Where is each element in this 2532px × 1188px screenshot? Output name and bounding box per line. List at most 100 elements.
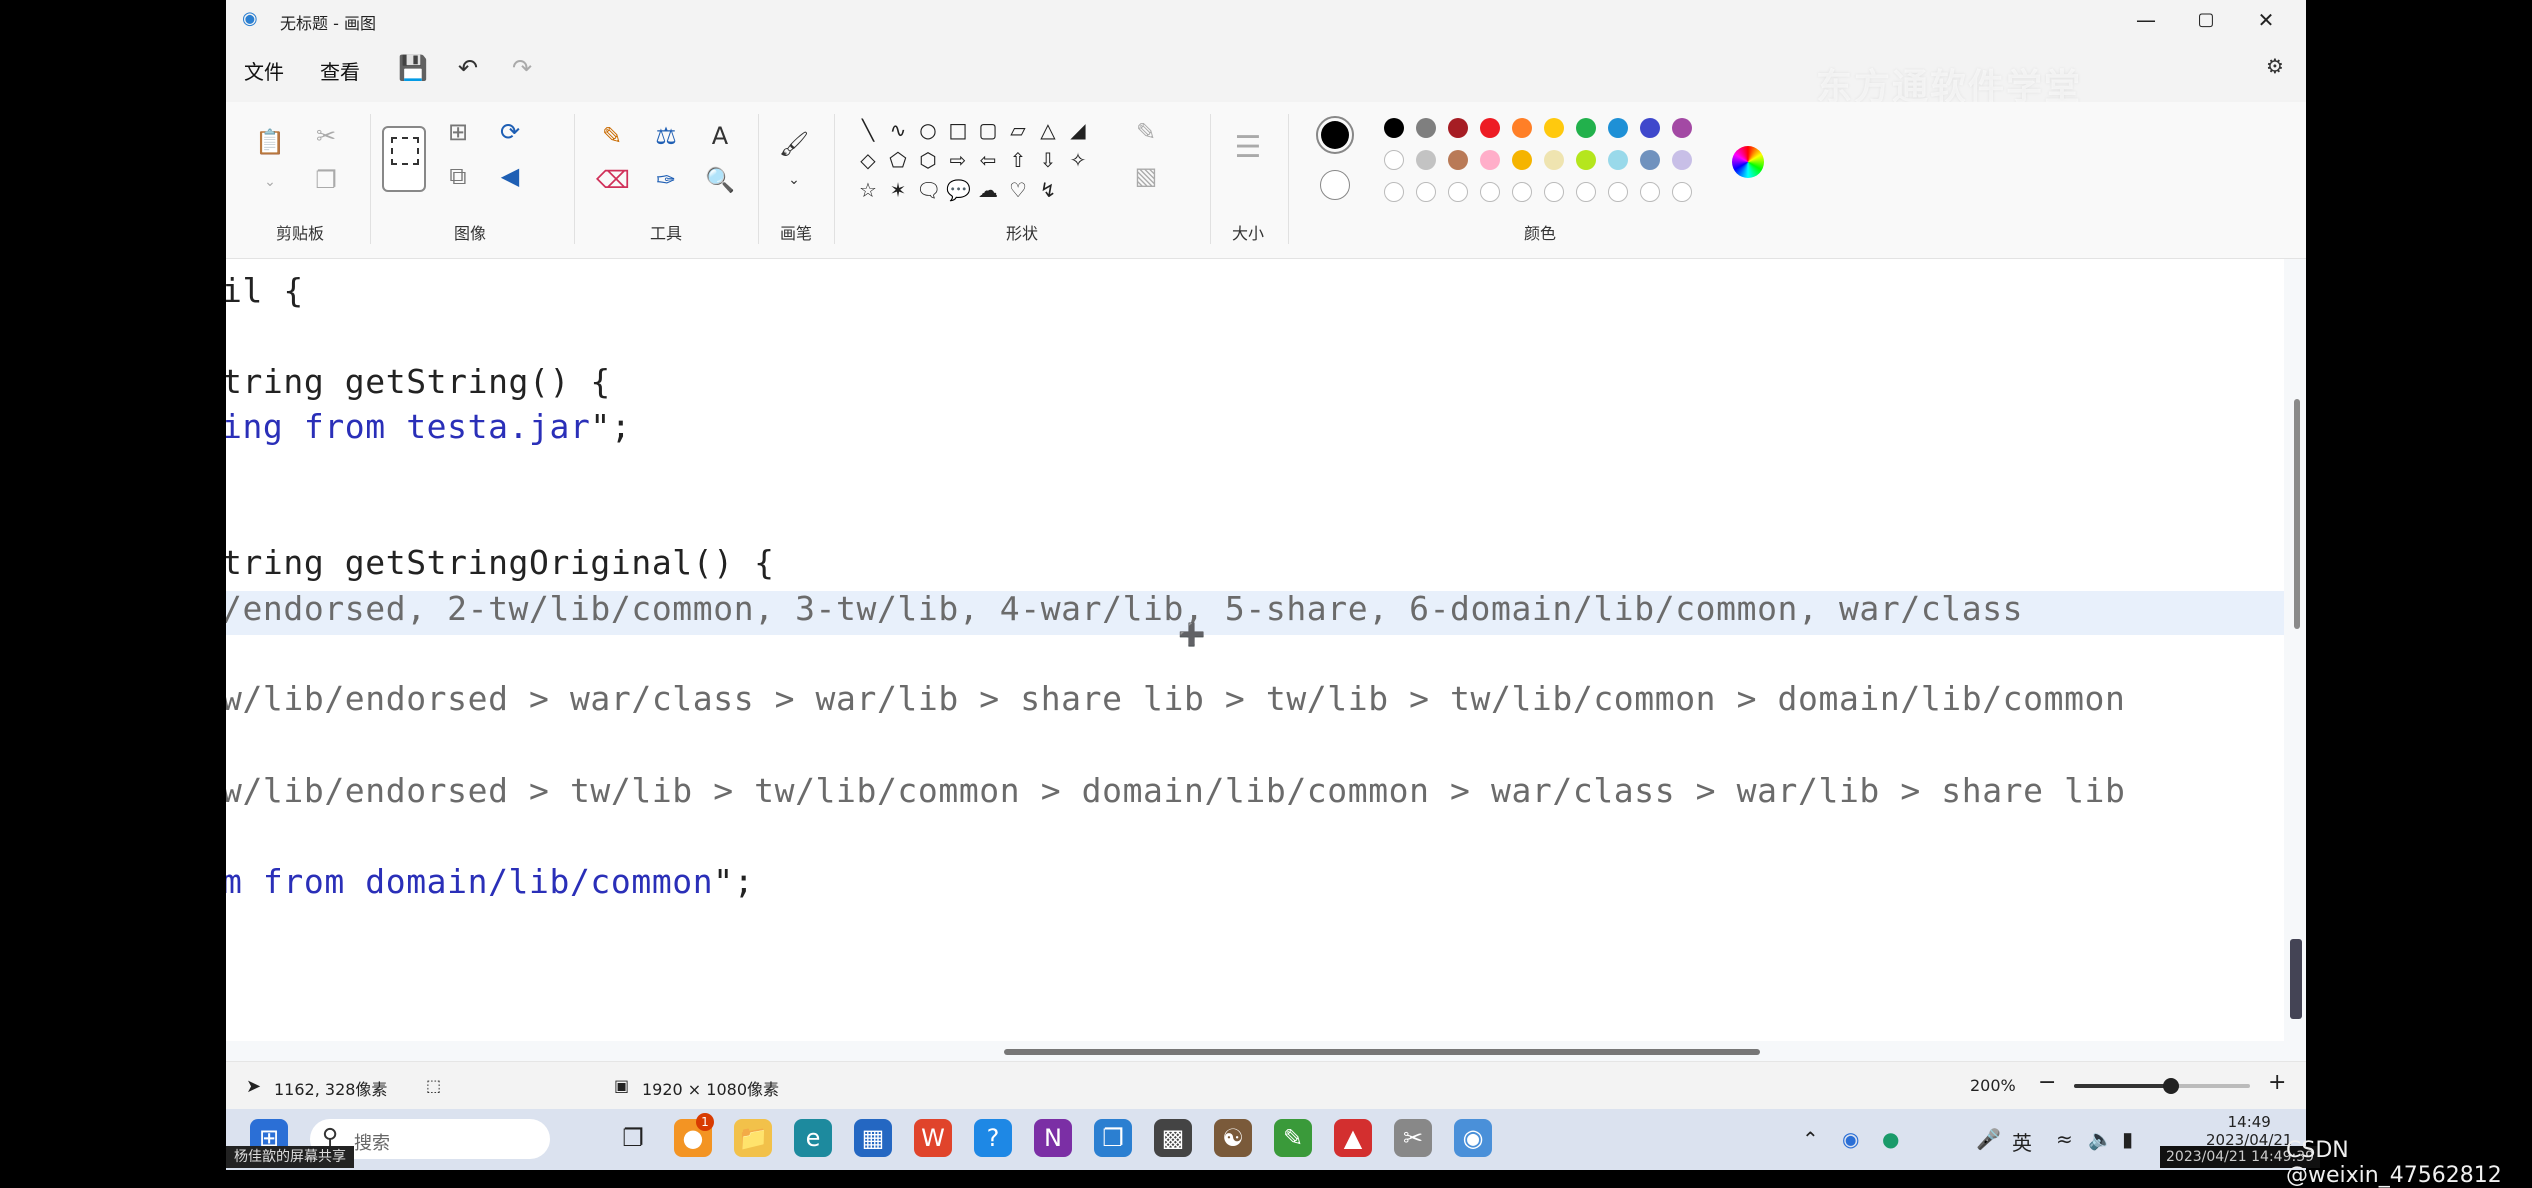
custom-color-slot[interactable] xyxy=(1576,182,1596,202)
pdf-icon[interactable]: ▲ xyxy=(1334,1119,1372,1157)
help-icon[interactable]: ? xyxy=(974,1119,1012,1157)
color-swatch[interactable] xyxy=(1480,118,1500,138)
flip-icon[interactable]: ◀ xyxy=(494,160,526,192)
right-arrow-shape-icon[interactable]: ⇨ xyxy=(946,148,970,172)
primary-color-button[interactable] xyxy=(1316,116,1354,154)
fill-shape-icon[interactable]: ▧ xyxy=(1130,160,1162,192)
curve-shape-icon[interactable]: ∿ xyxy=(886,118,910,142)
ime-indicator[interactable]: 英 xyxy=(2012,1127,2032,1156)
onenote-icon[interactable]: N xyxy=(1034,1119,1072,1157)
magnifier-icon[interactable]: 🔍 xyxy=(704,164,736,196)
custom-color-slot[interactable] xyxy=(1448,182,1468,202)
outline-icon[interactable]: ✎ xyxy=(1130,116,1162,148)
line-shape-icon[interactable]: ╲ xyxy=(856,118,880,142)
menu-file[interactable]: 文件 xyxy=(244,56,284,85)
tray-app-icon[interactable]: ◉ xyxy=(1842,1127,1859,1151)
zoom-out-button[interactable]: − xyxy=(2038,1070,2056,1095)
color-swatch[interactable] xyxy=(1512,118,1532,138)
window-app-icon[interactable]: ❐ xyxy=(1094,1119,1132,1157)
custom-color-slot[interactable] xyxy=(1416,182,1436,202)
maximize-button[interactable]: ▢ xyxy=(2176,4,2236,36)
secondary-color-button[interactable] xyxy=(1320,170,1350,200)
wps-icon[interactable]: W xyxy=(914,1119,952,1157)
close-button[interactable]: ✕ xyxy=(2236,4,2296,36)
pentagon-shape-icon[interactable]: ⬠ xyxy=(886,148,910,172)
crop-icon[interactable]: ⊞ xyxy=(442,116,474,148)
color-swatch[interactable] xyxy=(1416,150,1436,170)
color-swatch[interactable] xyxy=(1384,118,1404,138)
microphone-icon[interactable]: 🎤 xyxy=(1976,1127,2001,1151)
tray-chevron-icon[interactable]: ⌃ xyxy=(1802,1127,1819,1151)
diamond-shape-icon[interactable]: ◇ xyxy=(856,148,880,172)
hexagon-shape-icon[interactable]: ⬡ xyxy=(916,148,940,172)
menu-view[interactable]: 查看 xyxy=(320,56,360,85)
color-swatch[interactable] xyxy=(1672,118,1692,138)
horizontal-scrollbar[interactable] xyxy=(226,1041,2306,1061)
lightning-shape-icon[interactable]: ↯ xyxy=(1036,178,1060,202)
custom-color-slot[interactable] xyxy=(1480,182,1500,202)
store-icon[interactable]: ▦ xyxy=(854,1119,892,1157)
oval-shape-icon[interactable]: ○ xyxy=(916,118,940,142)
snipping-icon[interactable]: ✂ xyxy=(1394,1119,1432,1157)
rotate-icon[interactable]: ⟳ xyxy=(494,116,526,148)
size-lines-icon[interactable]: ☰ xyxy=(1232,132,1264,164)
color-swatch[interactable] xyxy=(1576,118,1596,138)
edge-browser-icon[interactable]: e xyxy=(794,1119,832,1157)
zoom-in-button[interactable]: + xyxy=(2268,1070,2286,1095)
color-swatch[interactable] xyxy=(1608,118,1628,138)
callout-rect-shape-icon[interactable]: 🗨 xyxy=(916,178,941,202)
battery-icon[interactable]: ▮ xyxy=(2122,1127,2133,1151)
color-swatch[interactable] xyxy=(1576,150,1596,170)
wechat-icon[interactable]: ● xyxy=(1882,1127,1899,1151)
minimize-button[interactable]: — xyxy=(2116,4,2176,36)
taskbar-clock[interactable]: 14:49 2023/04/21 xyxy=(2206,1113,2292,1149)
color-swatch[interactable] xyxy=(1384,150,1404,170)
callout-cloud-shape-icon[interactable]: ☁ xyxy=(976,178,1000,202)
left-arrow-shape-icon[interactable]: ⇦ xyxy=(976,148,1000,172)
color-swatch[interactable] xyxy=(1512,150,1532,170)
rounded-rectangle-shape-icon[interactable]: ▢ xyxy=(976,118,1000,142)
save-icon[interactable]: 💾 xyxy=(398,54,428,82)
zoom-slider-thumb[interactable] xyxy=(2162,1078,2179,1094)
six-point-star-shape-icon[interactable]: ✶ xyxy=(886,178,910,202)
four-point-star-shape-icon[interactable]: ✧ xyxy=(1066,148,1090,172)
drawing-canvas[interactable]: il { tring getString() { ing from testa.… xyxy=(226,259,2284,1041)
custom-color-slot[interactable] xyxy=(1544,182,1564,202)
resize-handle[interactable] xyxy=(2290,939,2302,1019)
paint-taskbar-icon[interactable]: ◉ xyxy=(1454,1119,1492,1157)
color-swatch[interactable] xyxy=(1640,150,1660,170)
horizontal-scroll-thumb[interactable] xyxy=(1004,1049,1760,1055)
color-swatch[interactable] xyxy=(1480,150,1500,170)
callout-oval-shape-icon[interactable]: 💬 xyxy=(946,178,971,202)
color-swatch[interactable] xyxy=(1448,150,1468,170)
vertical-scroll-thumb[interactable] xyxy=(2294,399,2300,629)
cut-icon[interactable]: ✂ xyxy=(310,120,342,152)
brush-dropdown-icon[interactable]: ⌄ xyxy=(778,164,810,196)
resize-icon[interactable]: ⧉ xyxy=(442,160,474,192)
brush-icon[interactable]: 🖌 xyxy=(778,128,810,160)
paste-icon[interactable]: 📋 xyxy=(254,126,286,158)
paste-dropdown-icon[interactable]: ⌄ xyxy=(254,166,286,198)
color-swatch[interactable] xyxy=(1608,150,1628,170)
task-view-icon[interactable]: ❐ xyxy=(614,1119,652,1157)
select-button[interactable] xyxy=(382,126,426,192)
color-swatch[interactable] xyxy=(1448,118,1468,138)
redo-icon[interactable]: ↷ xyxy=(512,54,532,82)
rectangle-shape-icon[interactable]: □ xyxy=(946,118,970,142)
editor-icon[interactable]: ✎ xyxy=(1274,1119,1312,1157)
zoom-slider[interactable] xyxy=(2074,1078,2250,1094)
custom-color-slot[interactable] xyxy=(1384,182,1404,202)
color-picker-icon[interactable]: ✑ xyxy=(650,164,682,196)
undo-icon[interactable]: ↶ xyxy=(458,54,478,82)
custom-color-slot[interactable] xyxy=(1512,182,1532,202)
custom-color-slot[interactable] xyxy=(1640,182,1660,202)
right-triangle-shape-icon[interactable]: ◢ xyxy=(1066,118,1090,142)
fill-icon[interactable]: ⚖ xyxy=(650,120,682,152)
down-arrow-shape-icon[interactable]: ⇩ xyxy=(1036,148,1060,172)
polygon-shape-icon[interactable]: ▱ xyxy=(1006,118,1030,142)
custom-color-slot[interactable] xyxy=(1608,182,1628,202)
file-explorer-icon[interactable]: 📁 xyxy=(734,1119,772,1157)
up-arrow-shape-icon[interactable]: ⇧ xyxy=(1006,148,1030,172)
text-icon[interactable]: A xyxy=(704,120,736,152)
vertical-scrollbar[interactable] xyxy=(2286,259,2306,1041)
